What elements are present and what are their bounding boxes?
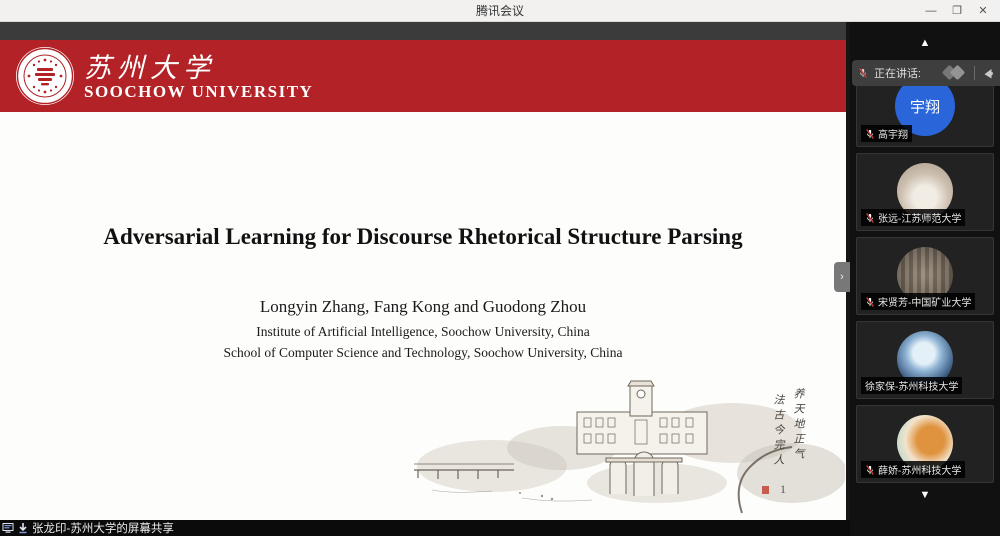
share-top-strip [0, 22, 846, 40]
layout-switch-icon[interactable] [942, 65, 968, 81]
university-name-chinese: 苏州大学 [84, 46, 216, 85]
participant-name: 薛娇-苏州科技大学 [878, 462, 961, 477]
share-status-bar: 张龙印-苏州大学的屏幕共享 [0, 520, 850, 536]
collapse-panel-icon[interactable]: › [834, 262, 850, 292]
participant-name: 徐家保-苏州科技大学 [865, 378, 958, 393]
participant-name-badge: 高宇翔 [861, 125, 912, 142]
share-status-label: 张龙印-苏州大学的屏幕共享 [32, 520, 174, 536]
mic-muted-icon [865, 297, 875, 307]
participant-tile[interactable]: 薛娇-苏州科技大学 [856, 405, 994, 483]
participant-name-badge: 徐家保-苏州科技大学 [861, 377, 962, 394]
window-controls: — ❐ ✕ [918, 0, 996, 22]
participant-name: 张远-江苏师范大学 [878, 210, 961, 225]
back-arrow-icon[interactable] [981, 67, 994, 80]
mic-muted-icon [865, 465, 875, 475]
speaking-label: 正在讲话: [874, 65, 936, 81]
app-window: 腾讯会议 — ❐ ✕ [0, 0, 1000, 536]
university-name-english: SOOCHOW UNIVERSITY [84, 82, 313, 102]
university-banner: 苏州大学 SOOCHOW UNIVERSITY [0, 40, 846, 112]
participant-tiles: 宇翔 高宇翔 [856, 69, 994, 489]
speaking-indicator-bar: 正在讲话: [852, 60, 1000, 86]
mic-muted-icon [865, 213, 875, 223]
university-seal-logo [15, 46, 75, 106]
participant-name: 宋贤芳-中国矿业大学 [878, 294, 971, 309]
screen-share-view: 苏州大学 SOOCHOW UNIVERSITY Adversarial Lear… [0, 22, 850, 536]
motto-column-1: 养天地正气 [790, 388, 806, 463]
red-seal-mark [762, 486, 769, 494]
participant-name-badge: 薛娇-苏州科技大学 [861, 461, 965, 478]
slide-title: Adversarial Learning for Discourse Rheto… [0, 224, 846, 250]
presentation-slide: Adversarial Learning for Discourse Rheto… [0, 112, 846, 520]
participants-sidebar: ▲ 正在讲话: 宇翔 [850, 22, 1000, 536]
participant-name: 高宇翔 [878, 126, 908, 141]
screen-share-icon [2, 522, 14, 534]
slide-affiliation-2: School of Computer Science and Technolog… [0, 345, 846, 361]
restore-icon[interactable]: ❐ [944, 0, 970, 22]
participant-name-badge: 张远-江苏师范大学 [861, 209, 965, 226]
participant-tile[interactable]: 宋贤芳-中国矿业大学 [856, 237, 994, 315]
minimize-icon[interactable]: — [918, 0, 944, 22]
slide-affiliation-1: Institute of Artificial Intelligence, So… [0, 324, 846, 340]
down-arrow-icon [17, 522, 29, 534]
close-icon[interactable]: ✕ [970, 0, 996, 22]
scroll-up-icon[interactable]: ▲ [850, 36, 1000, 50]
divider [974, 66, 975, 80]
motto-column-2: 法古今完人 [770, 394, 786, 469]
scroll-down-icon[interactable]: ▼ [850, 488, 1000, 502]
participant-name-badge: 宋贤芳-中国矿业大学 [861, 293, 975, 310]
mic-muted-icon [858, 68, 868, 78]
title-bar: 腾讯会议 — ❐ ✕ [0, 0, 1000, 22]
participant-tile[interactable]: 张远-江苏师范大学 [856, 153, 994, 231]
slide-authors: Longyin Zhang, Fang Kong and Guodong Zho… [0, 297, 846, 317]
window-title: 腾讯会议 [0, 0, 1000, 22]
participant-tile[interactable]: 徐家保-苏州科技大学 [856, 321, 994, 399]
page-number: 1 [780, 482, 786, 497]
mic-muted-icon [865, 129, 875, 139]
